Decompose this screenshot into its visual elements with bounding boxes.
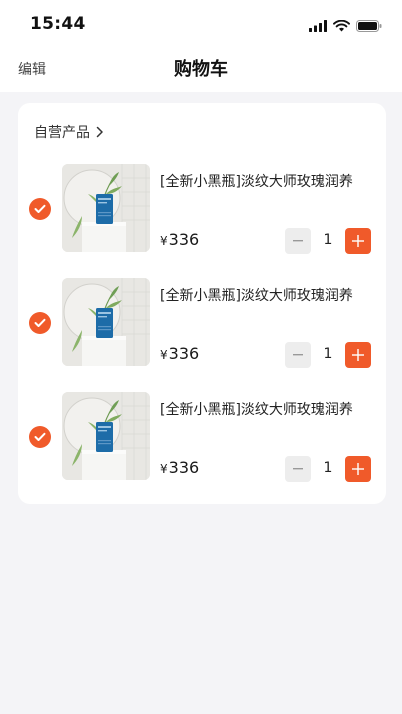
product-price: ¥336 bbox=[160, 230, 199, 249]
product-image[interactable] bbox=[62, 278, 150, 366]
cellular-signal-icon bbox=[309, 20, 327, 32]
product-image[interactable] bbox=[62, 164, 150, 252]
cart-store-card: 自营产品 [全新小黑瓶]淡纹大师玫瑰润养 ¥336 1 [全新小黑瓶]淡纹大师玫… bbox=[18, 103, 386, 504]
item-checkbox[interactable] bbox=[29, 426, 51, 448]
minus-icon bbox=[293, 240, 303, 242]
cart-item: [全新小黑瓶]淡纹大师玫瑰润养 ¥336 1 bbox=[18, 164, 386, 256]
status-icons bbox=[309, 19, 382, 33]
plus-icon bbox=[352, 463, 364, 475]
price-value: 336 bbox=[168, 344, 200, 363]
quantity-stepper: 1 bbox=[285, 342, 371, 368]
cart-screen: 15:44 编辑 购物车 自营产品 [全新小黑瓶]淡纹大师玫瑰润养 ¥336 1… bbox=[0, 0, 402, 714]
store-name: 自营产品 bbox=[34, 125, 90, 141]
product-price: ¥336 bbox=[160, 458, 199, 477]
increase-quantity-button[interactable] bbox=[345, 456, 371, 482]
quantity-stepper: 1 bbox=[285, 228, 371, 254]
quantity-stepper: 1 bbox=[285, 456, 371, 482]
item-checkbox[interactable] bbox=[29, 312, 51, 334]
minus-icon bbox=[293, 354, 303, 356]
currency-symbol: ¥ bbox=[160, 234, 168, 248]
currency-symbol: ¥ bbox=[160, 348, 168, 362]
price-value: 336 bbox=[168, 458, 200, 477]
status-bar: 15:44 bbox=[0, 0, 402, 52]
product-price: ¥336 bbox=[160, 344, 199, 363]
product-title[interactable]: [全新小黑瓶]淡纹大师玫瑰润养 bbox=[160, 285, 380, 305]
product-title[interactable]: [全新小黑瓶]淡纹大师玫瑰润养 bbox=[160, 171, 380, 191]
store-header[interactable]: 自营产品 bbox=[34, 122, 104, 142]
wifi-icon bbox=[333, 20, 350, 32]
page-title: 购物车 bbox=[174, 59, 228, 80]
increase-quantity-button[interactable] bbox=[345, 342, 371, 368]
checkmark-icon bbox=[34, 204, 46, 213]
checkmark-icon bbox=[34, 432, 46, 441]
checkmark-icon bbox=[34, 318, 46, 327]
item-checkbox[interactable] bbox=[29, 198, 51, 220]
cart-item: [全新小黑瓶]淡纹大师玫瑰润养 ¥336 1 bbox=[18, 392, 386, 484]
decrease-quantity-button[interactable] bbox=[285, 342, 311, 368]
status-time: 15:44 bbox=[30, 14, 86, 34]
decrease-quantity-button[interactable] bbox=[285, 456, 311, 482]
increase-quantity-button[interactable] bbox=[345, 228, 371, 254]
plus-icon bbox=[352, 349, 364, 361]
currency-symbol: ¥ bbox=[160, 462, 168, 476]
plus-icon bbox=[352, 235, 364, 247]
product-title[interactable]: [全新小黑瓶]淡纹大师玫瑰润养 bbox=[160, 399, 380, 419]
product-image[interactable] bbox=[62, 392, 150, 480]
chevron-right-icon bbox=[96, 126, 103, 138]
decrease-quantity-button[interactable] bbox=[285, 228, 311, 254]
quantity-value: 1 bbox=[323, 232, 333, 248]
quantity-value: 1 bbox=[323, 460, 333, 476]
header-area: 15:44 编辑 购物车 bbox=[0, 0, 402, 92]
nav-bar: 编辑 购物车 bbox=[0, 52, 402, 88]
quantity-value: 1 bbox=[323, 346, 333, 362]
battery-icon bbox=[356, 20, 382, 32]
minus-icon bbox=[293, 468, 303, 470]
price-value: 336 bbox=[168, 230, 200, 249]
cart-item: [全新小黑瓶]淡纹大师玫瑰润养 ¥336 1 bbox=[18, 278, 386, 370]
